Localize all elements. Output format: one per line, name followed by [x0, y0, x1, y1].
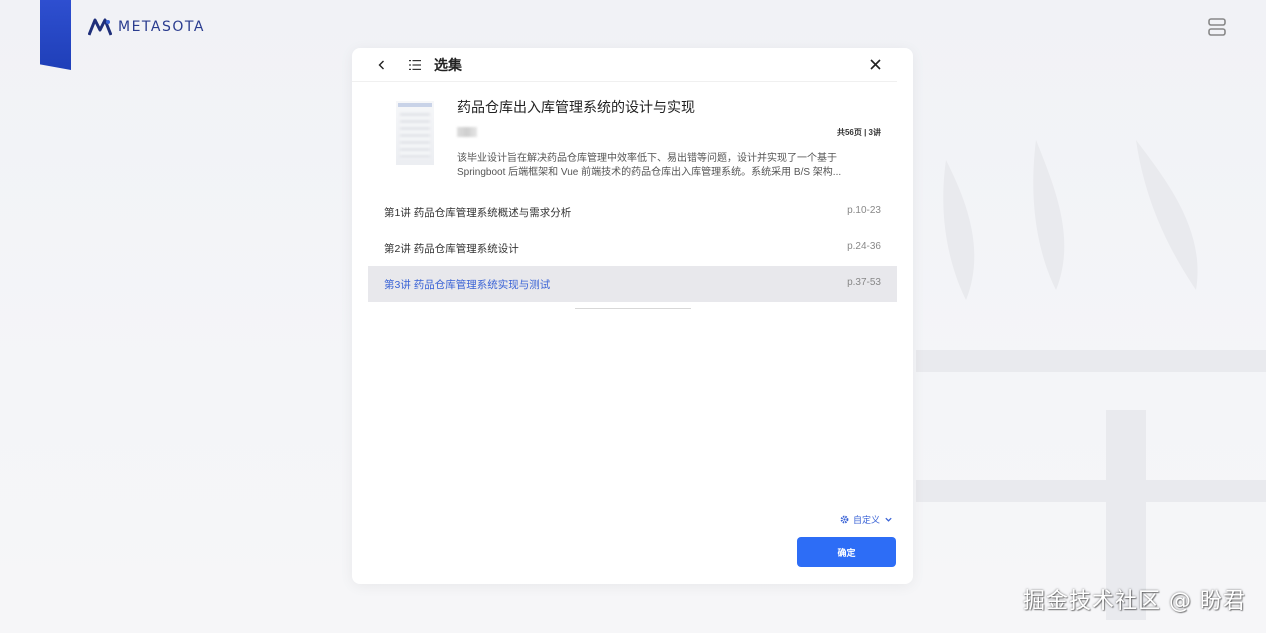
back-button[interactable]: [374, 57, 390, 73]
scrollbar[interactable]: [574, 308, 691, 309]
brand-name: METASOTA: [118, 19, 205, 35]
gear-icon: [840, 515, 849, 524]
modal-title: 选集: [434, 56, 462, 73]
chapter-label: 第3讲 药品仓库管理系统实现与测试: [384, 278, 551, 291]
book-cover: [396, 101, 434, 165]
confirm-button[interactable]: 确定: [797, 537, 896, 567]
modal-header: 选集: [352, 48, 897, 82]
chapter-pages: p.37-53: [847, 276, 881, 288]
list-icon: [409, 59, 421, 70]
book-summary: 药品仓库出入库管理系统的设计与实现 共56页 | 3讲 该毕业设计旨在解决药品仓…: [352, 82, 913, 194]
chapter-item-1[interactable]: 第1讲 药品仓库管理系统概述与需求分析 p.10-23: [368, 194, 897, 230]
chevron-down-icon: [885, 517, 892, 522]
background-decoration: [916, 140, 1266, 620]
book-title: 药品仓库出入库管理系统的设计与实现: [457, 99, 695, 115]
author-avatar: [457, 127, 477, 137]
customize-dropdown[interactable]: 自定义: [840, 513, 893, 526]
close-icon: [869, 59, 881, 70]
chapter-item-2[interactable]: 第2讲 药品仓库管理系统设计 p.24-36: [368, 230, 897, 266]
pages-info: 共56页 | 3讲: [836, 127, 881, 137]
chapter-item-3[interactable]: 第3讲 药品仓库管理系统实现与测试 p.37-53: [368, 266, 897, 302]
logo-mark-icon: [88, 18, 112, 36]
customize-label: 自定义: [852, 515, 880, 525]
menu-icon: [1208, 18, 1226, 36]
menu-button[interactable]: [1206, 16, 1228, 38]
watermark-text: 掘金技术社区 @ 盼君: [1023, 589, 1246, 614]
chapter-pages: p.10-23: [847, 204, 881, 216]
chapter-pages: p.24-36: [847, 240, 881, 252]
book-meta: 共56页 | 3讲: [457, 126, 897, 138]
close-button[interactable]: [867, 57, 883, 73]
chapter-label: 第2讲 药品仓库管理系统设计: [384, 242, 519, 255]
chapter-list: 第1讲 药品仓库管理系统概述与需求分析 p.10-23 第2讲 药品仓库管理系统…: [352, 194, 913, 309]
book-info: 药品仓库出入库管理系统的设计与实现 共56页 | 3讲 该毕业设计旨在解决药品仓…: [457, 98, 897, 194]
brand-logo[interactable]: METASOTA: [88, 18, 205, 36]
episode-select-modal: 选集 药品仓库出入库管理系统的设计与实现 共56页 | 3讲 该毕业设计旨在解决…: [352, 48, 913, 584]
brand-ribbon: [40, 0, 71, 70]
book-description: 该毕业设计旨在解决药品仓库管理中效率低下、易出错等问题，设计并实现了一个基于Sp…: [457, 153, 842, 178]
chapter-label: 第1讲 药品仓库管理系统概述与需求分析: [384, 206, 572, 219]
chevron-left-icon: [378, 60, 384, 69]
